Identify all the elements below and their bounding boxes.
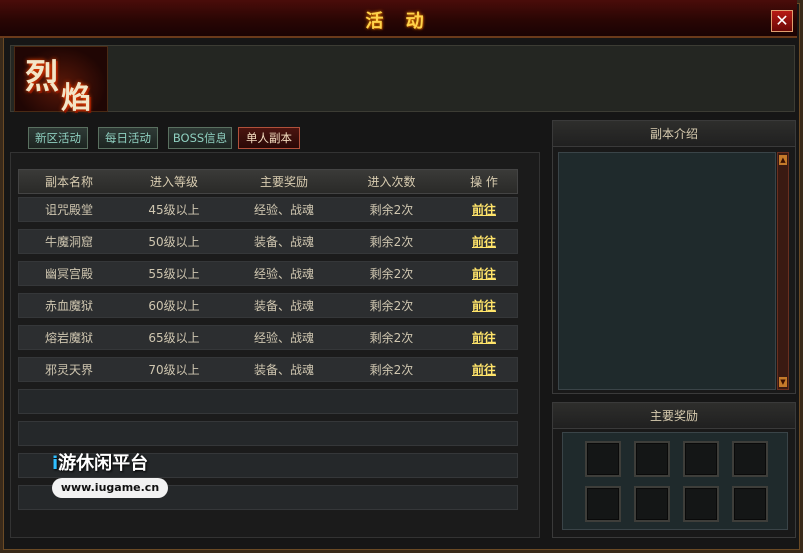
logo-char-2: 焰 — [61, 81, 91, 116]
watermark: i游休闲平台 www.iugame.cn — [52, 452, 170, 500]
header-action: 操 作 — [470, 175, 498, 189]
dungeon-count: 剩余2次 — [369, 203, 414, 217]
go-link[interactable]: 前往 — [444, 358, 524, 383]
game-logo: 烈 焰 — [14, 46, 108, 116]
dungeon-reward: 经验、战魂 — [253, 267, 314, 281]
reward-slot[interactable] — [585, 441, 621, 477]
dungeon-level: 45级以上 — [148, 203, 200, 217]
dungeon-name: 幽冥宫殿 — [44, 267, 93, 281]
dungeon-reward: 经验、战魂 — [253, 203, 314, 217]
logo-char-1: 烈 — [25, 57, 59, 97]
watermark-text: 游休闲平台 — [58, 453, 149, 474]
dungeon-count: 剩余2次 — [369, 267, 414, 281]
dungeon-name: 牛魔洞窟 — [44, 235, 93, 249]
table-row: 熔岩魔狱 65级以上 经验、战魂 剩余2次 前往 — [18, 325, 518, 350]
dungeon-reward: 装备、战魂 — [253, 299, 314, 313]
dungeon-reward: 装备、战魂 — [253, 235, 314, 249]
go-link[interactable]: 前往 — [444, 294, 524, 319]
reward-slot[interactable] — [634, 441, 670, 477]
dungeon-count: 剩余2次 — [369, 363, 414, 377]
reward-slot[interactable] — [634, 486, 670, 522]
empty-row — [18, 421, 518, 446]
intro-text-area — [558, 152, 776, 390]
intro-panel-title: 副本介绍 — [553, 121, 795, 147]
reward-slot-area — [562, 432, 788, 530]
header-name: 副本名称 — [44, 175, 93, 189]
dungeon-name: 熔岩魔狱 — [44, 331, 93, 345]
dungeon-name: 诅咒殿堂 — [44, 203, 93, 217]
header-level: 进入等级 — [149, 175, 198, 189]
go-link[interactable]: 前往 — [444, 198, 524, 223]
go-link[interactable]: 前往 — [444, 326, 524, 351]
reward-panel-title: 主要奖励 — [553, 403, 795, 429]
header-count: 进入次数 — [367, 175, 416, 189]
scroll-down-icon[interactable]: ▼ — [779, 377, 787, 387]
reward-slot[interactable] — [732, 486, 768, 522]
intro-scrollbar[interactable]: ▲ ▼ — [777, 152, 789, 390]
table-row: 赤血魔狱 60级以上 装备、战魂 剩余2次 前往 — [18, 293, 518, 318]
banner — [10, 45, 795, 112]
dungeon-level: 70级以上 — [148, 363, 200, 377]
dungeon-count: 剩余2次 — [369, 235, 414, 249]
dungeon-count: 剩余2次 — [369, 299, 414, 313]
dungeon-name: 邪灵天界 — [44, 363, 93, 377]
tab-daily[interactable]: 每日活动 — [98, 127, 158, 149]
dungeon-level: 55级以上 — [148, 267, 200, 281]
reward-slot[interactable] — [585, 486, 621, 522]
title-bar[interactable]: 活 动 ✕ — [0, 0, 797, 38]
dungeon-level: 65级以上 — [148, 331, 200, 345]
tab-solo-dungeon[interactable]: 单人副本 — [238, 127, 300, 149]
table-header: 副本名称 进入等级 主要奖励 进入次数 操 作 — [18, 169, 518, 194]
watermark-url: www.iugame.cn — [52, 478, 168, 498]
go-link[interactable]: 前往 — [444, 230, 524, 255]
reward-slot[interactable] — [732, 441, 768, 477]
table-row: 幽冥宫殿 55级以上 经验、战魂 剩余2次 前往 — [18, 261, 518, 286]
reward-slot[interactable] — [683, 486, 719, 522]
header-reward: 主要奖励 — [259, 175, 308, 189]
close-button[interactable]: ✕ — [771, 10, 793, 32]
dungeon-level: 50级以上 — [148, 235, 200, 249]
tab-new-server[interactable]: 新区活动 — [28, 127, 88, 149]
dungeon-reward: 经验、战魂 — [253, 331, 314, 345]
scroll-up-icon[interactable]: ▲ — [779, 155, 787, 165]
table-row: 邪灵天界 70级以上 装备、战魂 剩余2次 前往 — [18, 357, 518, 382]
table-row: 牛魔洞窟 50级以上 装备、战魂 剩余2次 前往 — [18, 229, 518, 254]
table-row: 诅咒殿堂 45级以上 经验、战魂 剩余2次 前往 — [18, 197, 518, 222]
dungeon-reward: 装备、战魂 — [253, 363, 314, 377]
dungeon-name: 赤血魔狱 — [44, 299, 93, 313]
reward-slot[interactable] — [683, 441, 719, 477]
empty-row — [18, 389, 518, 414]
tab-boss-info[interactable]: BOSS信息 — [168, 127, 232, 149]
window-title: 活 动 — [365, 11, 432, 32]
dungeon-level: 60级以上 — [148, 299, 200, 313]
dungeon-count: 剩余2次 — [369, 331, 414, 345]
go-link[interactable]: 前往 — [444, 262, 524, 287]
watermark-logo: i游休闲平台 — [52, 452, 170, 476]
